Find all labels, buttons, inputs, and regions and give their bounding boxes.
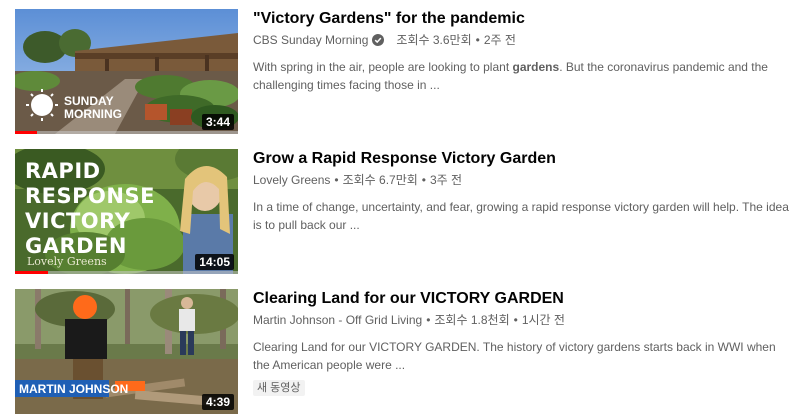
thumb-title-overlay: RAPID RESPONSE VICTORY GARDEN (25, 159, 155, 259)
meta-separator: • (421, 173, 426, 187)
video-result[interactable]: SUNDAY MORNING 3:44 "Victory Gardens" fo… (15, 9, 805, 134)
search-results-list: SUNDAY MORNING 3:44 "Victory Gardens" fo… (0, 0, 810, 420)
video-description: Clearing Land for our VICTORY GARDEN. Th… (253, 340, 776, 372)
video-duration: 14:05 (195, 254, 234, 270)
video-title[interactable]: Clearing Land for our VICTORY GARDEN (253, 289, 805, 309)
watch-progress-track (15, 271, 238, 274)
new-video-badge: 새 동영상 (253, 380, 305, 396)
video-meta: Martin Johnson - Off Grid Living • 조회수 1… (253, 312, 805, 328)
watch-progress-bar (15, 131, 38, 134)
video-meta: CBS Sunday Morning 조회수 3.6만회 • 2주 전 (253, 32, 805, 48)
channel-name[interactable]: Martin Johnson - Off Grid Living (253, 312, 422, 328)
video-meta: Lovely Greens • 조회수 6.7만회 • 3주 전 (253, 172, 805, 188)
cbs-sun-logo (31, 94, 53, 116)
video-description: With spring in the air, people are looki… (253, 58, 793, 94)
desc-highlight: gardens (512, 60, 560, 74)
thumb-line: RESPONSE (25, 184, 155, 208)
video-info: Grow a Rapid Response Victory Garden Lov… (253, 149, 805, 234)
video-title[interactable]: "Victory Gardens" for the pandemic (253, 9, 805, 29)
meta-separator: • (426, 313, 431, 327)
watch-progress-track (15, 131, 238, 134)
video-thumbnail[interactable]: RAPID RESPONSE VICTORY GARDEN Lovely Gre… (15, 149, 238, 274)
thumb-line: VICTORY (25, 209, 131, 233)
thumb-logo-line2: MORNING (64, 107, 122, 121)
video-result[interactable]: RAPID RESPONSE VICTORY GARDEN Lovely Gre… (15, 149, 805, 274)
video-info: "Victory Gardens" for the pandemic CBS S… (253, 9, 805, 94)
thumb-logo-line1: SUNDAY (64, 94, 114, 108)
thumb-banner-text: MARTIN JOHNSON (19, 382, 128, 396)
meta-separator: • (513, 313, 518, 327)
channel-name[interactable]: Lovely Greens (253, 172, 330, 188)
upload-age: 2주 전 (483, 33, 516, 47)
watch-progress-bar (15, 271, 49, 274)
channel-name[interactable]: CBS Sunday Morning (253, 32, 368, 48)
thumb-line: RAPID (25, 159, 101, 183)
meta-separator: • (334, 173, 339, 187)
desc-text: With spring in the air, people are looki… (253, 60, 513, 74)
upload-age: 1시간 전 (521, 313, 565, 327)
thumb-watermark: Lovely Greens (27, 255, 107, 268)
video-duration: 3:44 (201, 114, 234, 130)
video-result[interactable]: MARTIN JOHNSON 4:39 Clearing Land for ou… (15, 289, 805, 414)
upload-age: 3주 전 (430, 173, 463, 187)
video-title[interactable]: Grow a Rapid Response Victory Garden (253, 149, 805, 169)
video-info: Clearing Land for our VICTORY GARDEN Mar… (253, 289, 805, 396)
view-count: 조회수 6.7만회 (342, 173, 418, 187)
video-duration: 4:39 (201, 394, 234, 410)
view-count: 조회수 1.8천회 (434, 313, 510, 327)
video-description: In a time of change, uncertainty, and fe… (253, 200, 789, 232)
video-thumbnail[interactable]: SUNDAY MORNING 3:44 (15, 9, 238, 134)
meta-separator: • (475, 33, 480, 47)
verified-check-icon (372, 34, 385, 46)
view-count: 조회수 3.6만회 (396, 33, 472, 47)
video-thumbnail[interactable]: MARTIN JOHNSON 4:39 (15, 289, 238, 414)
